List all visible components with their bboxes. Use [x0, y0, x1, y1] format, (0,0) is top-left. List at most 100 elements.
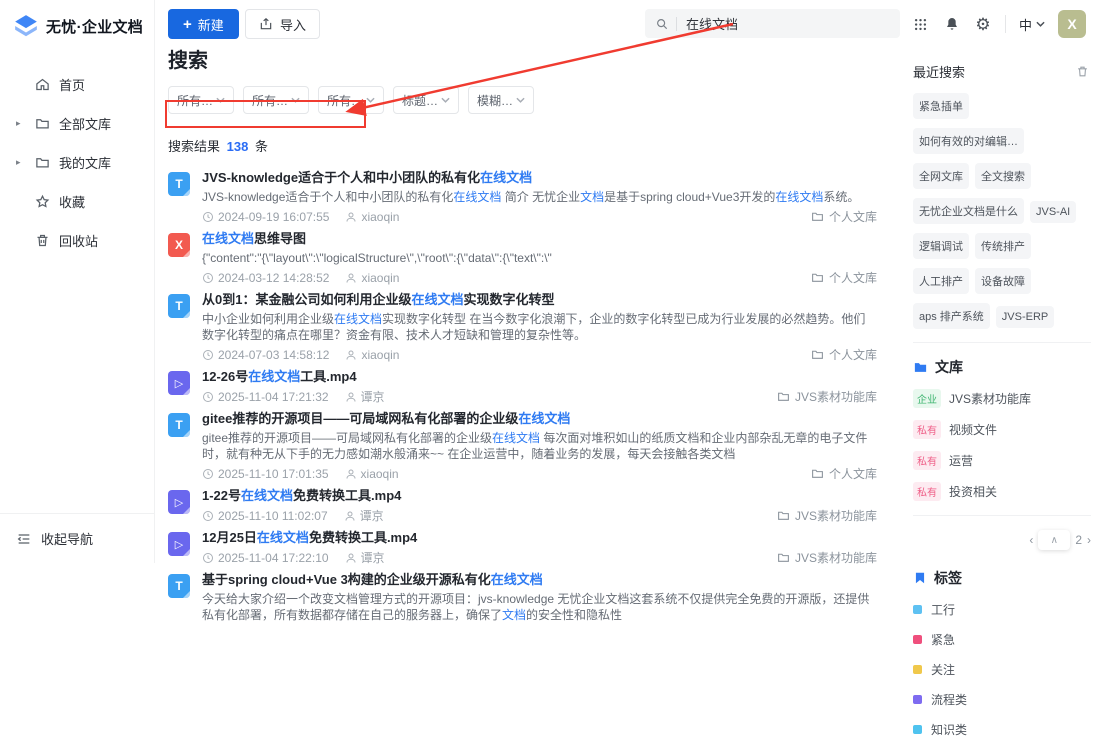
library-list: 企业 JVS素材功能库 私有 视频文件 私有 运营 私有 投资相关	[913, 389, 1091, 501]
tag-item[interactable]: 关注	[913, 661, 1091, 678]
clock-icon	[202, 391, 214, 403]
library-item[interactable]: 私有 视频文件	[913, 420, 1091, 439]
recent-search-tag[interactable]: 逻辑调试	[913, 233, 969, 259]
page-prev-icon[interactable]: ‹	[1029, 533, 1033, 547]
recent-search-tag[interactable]: JVS-ERP	[996, 306, 1054, 328]
settings-gear-icon[interactable]: ⚙	[974, 15, 992, 33]
section-divider	[913, 515, 1091, 516]
recent-search-tag[interactable]: JVS-AI	[1030, 201, 1076, 223]
apps-grid-icon[interactable]	[912, 15, 930, 33]
tag-item[interactable]: 工行	[913, 601, 1091, 618]
top-right-actions: ⚙ 中 X	[912, 0, 1086, 48]
recent-search-title: 最近搜索	[913, 62, 965, 81]
result-title-link[interactable]: gitee推荐的开源项目——可局域网私有化部署的企业级在线文档	[202, 411, 877, 427]
library-item[interactable]: 私有 投资相关	[913, 482, 1091, 501]
clock-icon	[202, 211, 214, 223]
result-title-link[interactable]: 基于spring cloud+Vue 3构建的企业级开源私有化在线文档	[202, 572, 877, 588]
folder-icon	[777, 390, 790, 403]
filter-select[interactable]: 所有…	[168, 86, 234, 114]
library-item[interactable]: 私有 运营	[913, 451, 1091, 470]
notifications-bell-icon[interactable]	[943, 15, 961, 33]
filter-select[interactable]: 标题…	[393, 86, 459, 114]
result-author: xiaoqin	[361, 467, 399, 481]
result-title-link[interactable]: JVS-knowledge适合于个人和中小团队的私有化在线文档	[202, 170, 877, 186]
result-title-link[interactable]: 在线文档思维导图	[202, 231, 877, 247]
recent-search-tag[interactable]: 如何有效的对编辑…	[913, 128, 1024, 154]
expand-caret-icon[interactable]: ▸	[16, 118, 21, 129]
global-search[interactable]	[645, 9, 900, 38]
tag-item[interactable]: 知识类	[913, 721, 1091, 738]
recent-search-tag[interactable]: 紧急插单	[913, 93, 969, 119]
clock-icon	[202, 510, 214, 522]
chevron-down-icon	[1036, 21, 1045, 27]
user-icon	[345, 552, 357, 564]
result-summary: 搜索结果 138 条	[168, 130, 877, 161]
library-pagination: ‹ ∧ 2 ›	[913, 530, 1091, 550]
search-results-page: 搜索 所有… 所有… 所有… 标题… 模糊… 搜索结果 138 条	[155, 44, 877, 630]
folder-icon	[34, 116, 50, 132]
result-title-link[interactable]: 12月25日在线文档免费转换工具.mp4	[202, 530, 877, 546]
recent-search-tag[interactable]: 传统排产	[975, 233, 1031, 259]
sidebar-nav-label: 首页	[59, 75, 85, 94]
expand-caret-icon[interactable]: ▸	[16, 157, 21, 168]
filter-select[interactable]: 所有…	[318, 86, 384, 114]
recent-search-tag[interactable]: 人工排产	[913, 268, 969, 294]
result-library[interactable]: 个人文库	[811, 208, 877, 225]
result-library[interactable]: JVS素材功能库	[777, 388, 877, 405]
search-input[interactable]	[686, 16, 856, 31]
clock-icon	[202, 272, 214, 284]
collapse-nav-button[interactable]: 收起导航	[0, 513, 154, 563]
tag-item[interactable]: 流程类	[913, 691, 1091, 708]
result-title-link[interactable]: 12-26号在线文档工具.mp4	[202, 369, 877, 385]
sidebar-nav-item[interactable]: ▸ 全部文库	[0, 104, 154, 143]
left-sidebar: 无忧·企业文档 首页 ▸ 全部文库 ▸	[0, 0, 155, 563]
document-type-icon: T	[168, 413, 190, 437]
recent-search-tag[interactable]: 全网文库	[913, 163, 969, 189]
chevron-down-icon	[366, 97, 375, 103]
result-library-label: JVS素材功能库	[795, 549, 877, 566]
avatar[interactable]: X	[1058, 10, 1086, 38]
page-title: 搜索	[168, 44, 877, 73]
result-snippet: {"content":"{\"layout\":\"logicalStructu…	[202, 250, 877, 266]
tag-color-dot	[913, 725, 922, 734]
document-type-icon: ▷	[168, 532, 190, 556]
folder-icon	[777, 551, 790, 564]
tag-item[interactable]: 紧急	[913, 631, 1091, 648]
bookmark-blue-icon	[913, 571, 927, 585]
sidebar-nav-item[interactable]: 收藏	[0, 182, 154, 221]
result-title-link[interactable]: 1-22号在线文档免费转换工具.mp4	[202, 488, 877, 504]
filter-select[interactable]: 模糊…	[468, 86, 534, 114]
language-selector[interactable]: 中	[1019, 15, 1045, 34]
top-bar: + 新建 导入 ⚙ 中 X	[155, 0, 1098, 48]
result-author: 谭京	[361, 549, 385, 566]
tag-name: 工行	[931, 601, 955, 618]
result-author: xiaoqin	[361, 271, 399, 285]
new-button[interactable]: + 新建	[168, 9, 239, 39]
sidebar-nav-item[interactable]: ▸ 我的文库	[0, 143, 154, 182]
recent-search-tag[interactable]: 设备故障	[975, 268, 1031, 294]
import-button[interactable]: 导入	[245, 9, 320, 39]
result-library[interactable]: JVS素材功能库	[777, 507, 877, 524]
result-library[interactable]: 个人文库	[811, 269, 877, 286]
recent-search-tag[interactable]: aps 排产系统	[913, 303, 990, 329]
sidebar-nav-item[interactable]: 回收站	[0, 221, 154, 260]
result-library[interactable]: 个人文库	[811, 346, 877, 363]
recent-search-tag[interactable]: 无忧企业文档是什么	[913, 198, 1024, 224]
result-title-link[interactable]: 从0到1：某金融公司如何利用企业级在线文档实现数字化转型	[202, 292, 877, 308]
filter-select-value: 标题…	[402, 92, 438, 109]
clear-recent-trash-icon[interactable]	[1073, 63, 1091, 81]
sidebar-nav-item[interactable]: 首页	[0, 65, 154, 104]
filter-select[interactable]: 所有…	[243, 86, 309, 114]
result-library[interactable]: 个人文库	[811, 465, 877, 482]
library-item[interactable]: 企业 JVS素材功能库	[913, 389, 1091, 408]
page-number-stepper[interactable]: ∧	[1038, 530, 1070, 550]
page-next-icon[interactable]: ›	[1087, 533, 1091, 547]
result-library-label: JVS素材功能库	[795, 507, 877, 524]
section-divider	[913, 342, 1091, 343]
user-icon	[345, 272, 357, 284]
result-library[interactable]: JVS素材功能库	[777, 549, 877, 566]
chevron-down-icon	[441, 97, 450, 103]
result-time: 2024-09-19 16:07:55	[218, 210, 329, 224]
recent-search-tag[interactable]: 全文搜索	[975, 163, 1031, 189]
sidebar-nav-label: 回收站	[59, 231, 98, 250]
